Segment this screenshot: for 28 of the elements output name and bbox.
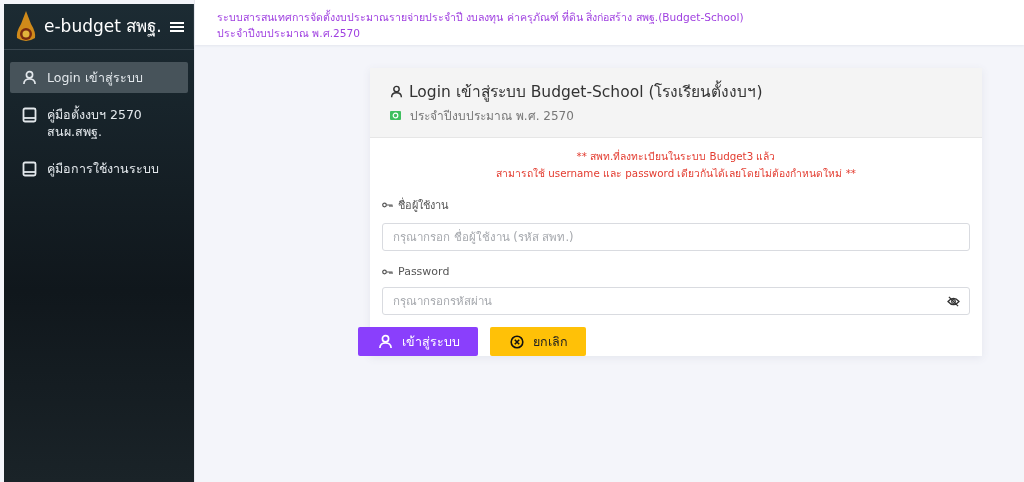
key-icon <box>382 268 393 275</box>
sidebar-item[interactable]: คู่มือตั้งงบฯ 2570 สนผ.สพฐ. <box>10 99 188 147</box>
book-icon <box>22 161 37 177</box>
eye-badge-icon <box>390 111 401 120</box>
card-title: Login เข้าสู่ระบบ Budget-School (โรงเรียนตั้งงบฯ) <box>409 79 763 104</box>
brand-title: e-budget สพฐ. <box>44 17 163 36</box>
emblem-logo <box>14 9 38 44</box>
sidebar-item[interactable]: คู่มือการใช้งานระบบ <box>10 153 188 184</box>
book-icon <box>22 107 37 123</box>
user-icon <box>378 334 393 349</box>
close-icon <box>510 334 524 349</box>
eye-slash-icon[interactable] <box>947 296 960 307</box>
cancel-button[interactable]: ยกเลิก <box>490 327 586 356</box>
notice-text: สามารถใช้ username และ password เดียวกันได้เลยโดยไม่ต้องกำหนดใหม่ ** <box>495 166 857 181</box>
user-icon <box>390 85 403 98</box>
password-field[interactable]: กรุณากรอกรหัสผ่าน <box>382 287 970 315</box>
header-text: ประจำปีงบประมาณ พ.ศ.2570 <box>217 26 362 41</box>
sidebar-item[interactable]: Login เข้าสู่ระบบ <box>10 62 188 93</box>
user-icon <box>22 70 37 85</box>
field-label: ชื่อผู้ใช้งาน <box>398 196 449 214</box>
login-button[interactable]: เข้าสู่ระบบ <box>358 327 478 356</box>
field-label: Password <box>398 265 450 278</box>
menu-icon[interactable] <box>170 20 184 33</box>
notice-text: ** สพท.ที่ลงทะเบียนในระบบ Budget3 แล้ว <box>575 148 777 164</box>
key-icon <box>382 202 393 208</box>
header-text: ระบบสารสนเทศการจัดตั้งงบประมาณรายจ่ายประจำปี งบลงทุน ค่าครุภัณฑ์ ที่ดิน สิ่งก่อสร้าง สพฐ.(Budget-School) <box>217 9 745 25</box>
card-subtitle: ประจำปีงบประมาณ พ.ศ. 2570 <box>410 108 574 125</box>
username-field[interactable]: กรุณากรอก ชื่อผู้ใช้งาน (รหัส สพท.) <box>382 223 970 251</box>
